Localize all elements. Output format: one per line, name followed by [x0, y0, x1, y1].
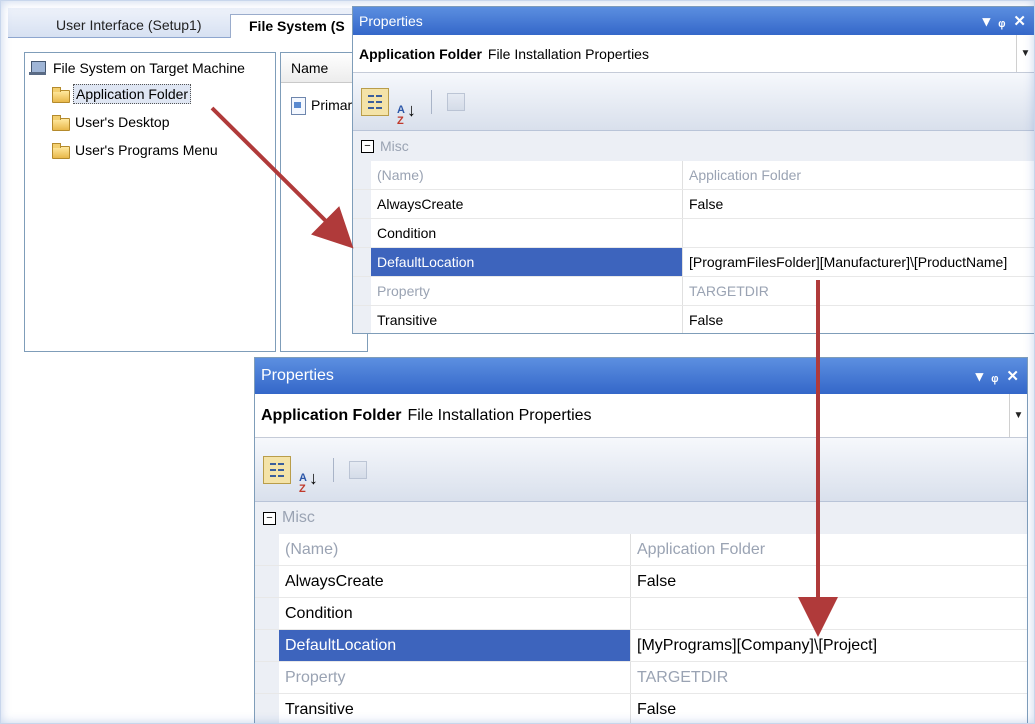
property-value[interactable]: [MyPrograms][Company]\[Project]	[631, 630, 877, 661]
categorized-icon	[366, 92, 384, 111]
categorized-button[interactable]	[361, 87, 389, 116]
property-row-alwayscreate[interactable]: AlwaysCreate False	[353, 190, 1034, 219]
chevron-down-icon[interactable]: ▼	[1009, 394, 1027, 437]
property-row-property[interactable]: Property TARGETDIR	[353, 277, 1034, 306]
property-row-defaultlocation[interactable]: DefaultLocation [MyPrograms][Company]\[P…	[255, 630, 1027, 662]
tree-item-users-desktop[interactable]: User's Desktop	[51, 111, 171, 133]
property-row-condition[interactable]: Condition	[255, 598, 1027, 630]
categorized-icon	[268, 460, 286, 479]
property-row-transitive[interactable]: Transitive False	[255, 694, 1027, 723]
object-selector[interactable]: Application Folder File Installation Pro…	[255, 394, 1027, 438]
properties-window-top: Properties ▾ ᵩ ✕ Application Folder File…	[352, 6, 1035, 334]
close-icon[interactable]: ✕	[1013, 14, 1026, 29]
categorized-button[interactable]	[263, 455, 291, 484]
chevron-down-icon[interactable]: ▼	[1016, 35, 1034, 72]
category-label: Misc	[380, 138, 409, 154]
property-pages-button[interactable]	[344, 456, 372, 484]
property-name: DefaultLocation	[279, 630, 631, 661]
property-pages-icon	[447, 92, 465, 111]
folder-icon	[51, 114, 70, 131]
pin-icon[interactable]: ᵩ	[998, 14, 1005, 29]
properties-toolbar: A Z ↓	[353, 73, 1034, 131]
property-pages-button[interactable]	[442, 88, 470, 116]
tree-item-label: Application Folder	[73, 84, 192, 104]
tree-item-users-programs-menu[interactable]: User's Programs Menu	[51, 139, 220, 161]
list-item[interactable]: Primar	[289, 97, 353, 115]
property-value: TARGETDIR	[689, 283, 769, 299]
tree-item-label: User's Desktop	[75, 114, 170, 130]
property-value: Application Folder	[689, 167, 802, 183]
property-value[interactable]	[683, 219, 689, 247]
properties-title: Properties	[359, 13, 423, 29]
document-icon	[289, 97, 307, 115]
object-name: Application Folder	[261, 406, 402, 424]
list-item-label: Primar	[311, 97, 353, 113]
folder-icon	[51, 86, 70, 103]
property-row-alwayscreate[interactable]: AlwaysCreate False	[255, 566, 1027, 598]
pin-icon[interactable]: ᵩ	[991, 369, 998, 384]
property-pages-icon	[349, 460, 367, 479]
document-tabstrip: User Interface (Setup1) File System (S	[8, 8, 370, 38]
property-row-name[interactable]: (Name) Application Folder	[353, 161, 1034, 190]
properties-titlebar[interactable]: Properties ▾ ᵩ ✕	[255, 358, 1027, 394]
dropdown-icon[interactable]: ▾	[983, 14, 991, 29]
category-misc[interactable]: − Misc	[255, 502, 1027, 534]
tree-item-application-folder[interactable]: Application Folder	[51, 83, 192, 105]
close-icon[interactable]: ✕	[1006, 369, 1019, 384]
property-name: Condition	[279, 598, 631, 629]
property-name: AlwaysCreate	[371, 190, 683, 218]
property-value: Application Folder	[637, 540, 766, 558]
property-value[interactable]: [ProgramFilesFolder][Manufacturer]\[Prod…	[683, 248, 1007, 276]
object-selector[interactable]: Application Folder File Installation Pro…	[353, 35, 1034, 73]
properties-titlebar[interactable]: Properties ▾ ᵩ ✕	[353, 7, 1034, 35]
property-row-transitive[interactable]: Transitive False	[353, 306, 1034, 333]
file-system-tree: File System on Target Machine Applicatio…	[24, 52, 276, 352]
properties-title: Properties	[261, 367, 334, 384]
object-type: File Installation Properties	[407, 406, 592, 424]
property-value[interactable]: False	[631, 566, 676, 597]
property-name: (Name)	[279, 534, 631, 565]
property-name: AlwaysCreate	[279, 566, 631, 597]
property-value[interactable]	[631, 598, 637, 629]
alphabetical-button[interactable]: A Z ↓	[393, 88, 421, 127]
pc-icon	[29, 60, 47, 76]
object-name: Application Folder	[359, 45, 482, 62]
property-name: Property	[371, 277, 683, 305]
tree-root-label: File System on Target Machine	[53, 60, 245, 76]
property-name: Property	[279, 662, 631, 693]
properties-window-bottom: Properties ▾ ᵩ ✕ Application Folder File…	[254, 357, 1028, 724]
property-row-property[interactable]: Property TARGETDIR	[255, 662, 1027, 694]
tab-user-interface[interactable]: User Interface (Setup1)	[38, 14, 226, 38]
property-grid: − Misc (Name) Application Folder AlwaysC…	[255, 502, 1027, 723]
tree-item-label: User's Programs Menu	[75, 142, 218, 158]
file-system-editor: User Interface (Setup1) File System (S F…	[8, 8, 370, 353]
property-value[interactable]: False	[683, 306, 723, 333]
property-value[interactable]: False	[683, 190, 723, 218]
property-grid: − Misc (Name) Application Folder AlwaysC…	[353, 131, 1034, 333]
property-value[interactable]: False	[631, 694, 676, 723]
tab-file-system[interactable]: File System (S	[230, 14, 370, 38]
dropdown-icon[interactable]: ▾	[976, 369, 984, 384]
toolbar-separator	[431, 89, 432, 114]
alphabetical-button[interactable]: A Z ↓	[295, 456, 323, 495]
property-row-name[interactable]: (Name) Application Folder	[255, 534, 1027, 566]
property-name: Transitive	[279, 694, 631, 723]
property-name: (Name)	[371, 161, 683, 189]
property-row-condition[interactable]: Condition	[353, 219, 1034, 248]
toolbar-separator	[333, 457, 334, 482]
property-name: Transitive	[371, 306, 683, 333]
collapse-icon[interactable]: −	[361, 139, 374, 153]
property-name: DefaultLocation	[371, 248, 683, 276]
tree-root[interactable]: File System on Target Machine	[29, 57, 247, 79]
property-row-defaultlocation[interactable]: DefaultLocation [ProgramFilesFolder][Man…	[353, 248, 1034, 277]
object-type: File Installation Properties	[487, 45, 649, 62]
property-name: Condition	[371, 219, 683, 247]
category-label: Misc	[282, 509, 315, 526]
collapse-icon[interactable]: −	[263, 511, 276, 525]
property-value: TARGETDIR	[637, 668, 729, 686]
folder-icon	[51, 142, 70, 159]
properties-toolbar: A Z ↓	[255, 438, 1027, 502]
category-misc[interactable]: − Misc	[353, 131, 1034, 161]
